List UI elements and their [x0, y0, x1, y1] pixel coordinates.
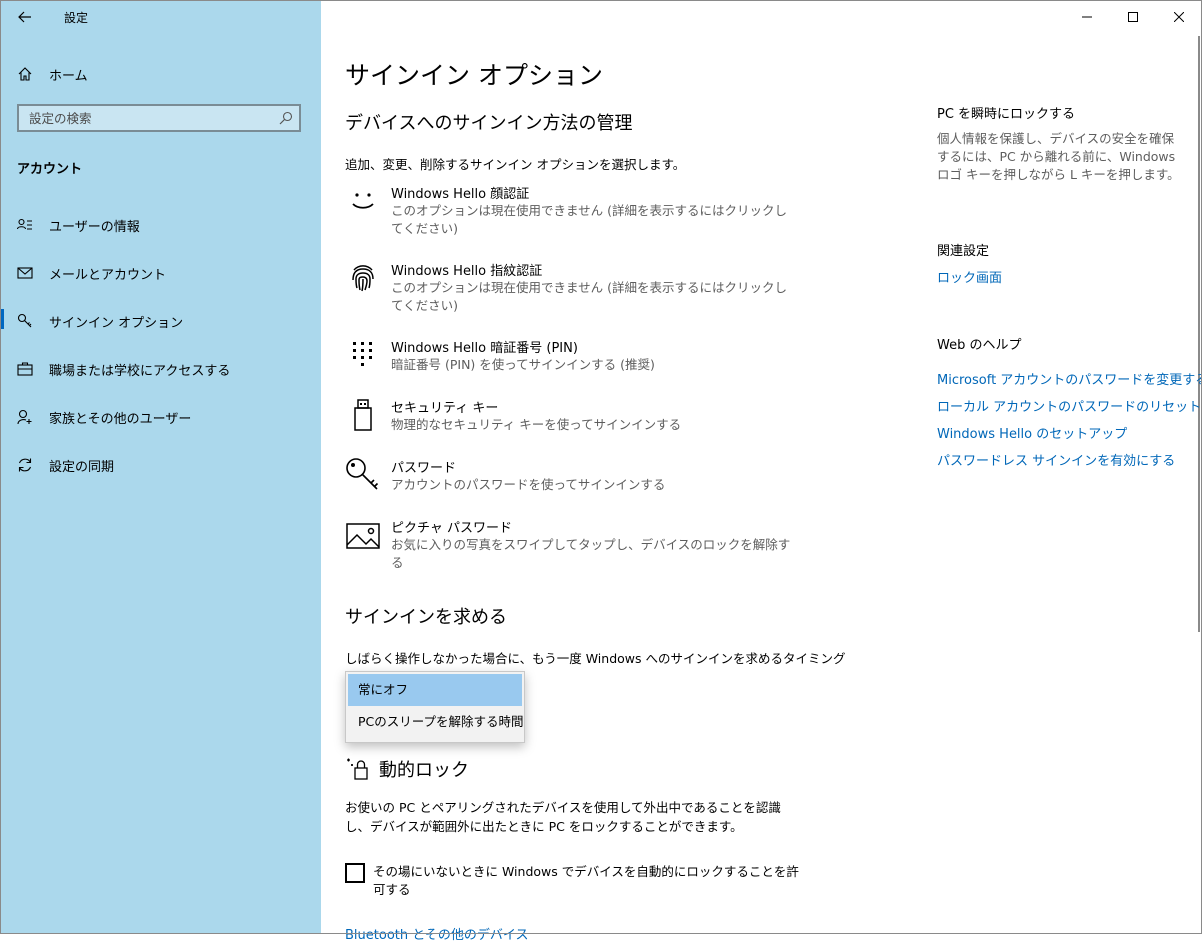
dynamic-lock-heading: 動的ロック [379, 760, 469, 781]
sidebar: 設定 ホーム アカウント ユーザーの情報 メールとアカウント サインイン オプシ… [0, 0, 321, 934]
search-input[interactable] [19, 106, 279, 130]
web-help-heading: Web のヘルプ [937, 338, 1022, 353]
password-key-icon [346, 458, 379, 490]
lock-screen-link[interactable]: ロック画面 [937, 267, 1002, 286]
home-nav-item[interactable]: ホーム [0, 56, 321, 92]
dynamic-lock-icon [347, 758, 368, 780]
minimize-icon [1082, 16, 1092, 18]
picture-icon [346, 523, 380, 549]
search-icon [279, 111, 293, 125]
option-description: 物理的なセキュリティ キーを使ってサインインする [391, 417, 682, 432]
help-link-change-ms-password[interactable]: Microsoft アカウントのパスワードを変更する [937, 369, 1202, 388]
sidebar-item-label: ユーザーの情報 [49, 220, 140, 235]
close-icon [1174, 12, 1184, 22]
dynamic-lock-checkbox-label: その場にいないときに Windows でデバイスを自動的にロックすることを許可す… [373, 864, 799, 897]
dynamic-lock-description: お使いの PC とペアリングされたデバイスを使用して外出中であることを認識し、デ… [345, 800, 781, 834]
scrollbar[interactable] [1198, 36, 1200, 632]
require-signin-description: しばらく操作しなかった場合に、もう一度 Windows へのサインインを求めるタ… [345, 651, 846, 666]
help-link-reset-local-password[interactable]: ローカル アカウントのパスワードのリセット [937, 396, 1201, 415]
option-title: セキュリティ キー [391, 401, 499, 416]
dynamic-lock-checkbox[interactable] [345, 863, 365, 883]
sidebar-item-sync[interactable]: 設定の同期 [0, 441, 321, 489]
option-title: Windows Hello 暗証番号 (PIN) [391, 341, 578, 356]
sidebar-nav: ユーザーの情報 メールとアカウント サインイン オプション 職場または学校にアク… [0, 201, 321, 489]
dropdown-option-wake-from-sleep[interactable]: PCのスリープを解除する時間 [348, 706, 524, 738]
sidebar-item-mail[interactable]: メールとアカウント [0, 249, 321, 297]
option-description: 暗証番号 (PIN) を使ってサインインする (推奨) [391, 357, 655, 372]
option-title: ピクチャ パスワード [391, 521, 513, 536]
require-signin-heading: サインインを求める [345, 607, 507, 628]
sidebar-item-user-info[interactable]: ユーザーの情報 [0, 201, 321, 249]
lock-pc-heading: PC を瞬時にロックする [937, 107, 1076, 122]
sidebar-item-signin-options[interactable]: サインイン オプション [0, 297, 321, 345]
minimize-button[interactable] [1064, 0, 1110, 34]
option-description: このオプションは現在使用できません (詳細を表示するにはクリックしてください) [391, 280, 787, 313]
user-info-icon [17, 218, 32, 230]
title-bar: 設定 [0, 0, 321, 34]
sidebar-item-label: サインイン オプション [49, 316, 184, 331]
sidebar-item-label: メールとアカウント [49, 268, 167, 283]
maximize-icon [1128, 12, 1138, 22]
option-description: アカウントのパスワードを使ってサインインする [391, 477, 666, 492]
sync-icon [18, 458, 32, 472]
main-content: サインイン オプション デバイスへのサインイン方法の管理 追加、変更、削除するサ… [321, 0, 1202, 943]
page-title: サインイン オプション [345, 61, 603, 90]
briefcase-icon [17, 362, 33, 376]
back-button[interactable] [10, 4, 40, 30]
back-arrow-icon [18, 11, 31, 23]
section-label: アカウント [17, 162, 83, 177]
window-controls [1064, 0, 1202, 34]
maximize-button[interactable] [1110, 0, 1156, 34]
sidebar-item-work-school[interactable]: 職場または学校にアクセスする [0, 345, 321, 393]
option-title: Windows Hello 指紋認証 [391, 264, 543, 279]
require-signin-dropdown[interactable]: 常にオフ PCのスリープを解除する時間 [345, 671, 525, 743]
option-description: このオプションは現在使用できません (詳細を表示するにはクリックしてください) [391, 203, 787, 236]
pin-keypad-icon [353, 342, 372, 366]
option-title: パスワード [391, 461, 457, 476]
mail-icon [17, 267, 33, 279]
manage-heading: デバイスへのサインイン方法の管理 [345, 113, 633, 134]
option-description: お気に入りの写真をスワイプしてタップし、デバイスのロックを解除する [391, 537, 791, 570]
manage-description: 追加、変更、削除するサインイン オプションを選択します。 [345, 157, 686, 172]
app-title: 設定 [64, 11, 89, 25]
sidebar-item-family[interactable]: 家族とその他のユーザー [0, 393, 321, 441]
face-icon [352, 193, 374, 209]
fingerprint-icon [352, 265, 374, 292]
dropdown-option-always-off[interactable]: 常にオフ [348, 674, 522, 706]
related-settings-heading: 関連設定 [937, 244, 990, 259]
close-button[interactable] [1156, 0, 1202, 34]
search-box[interactable] [17, 104, 301, 132]
help-link-passwordless-signin[interactable]: パスワードレス サインインを有効にする [937, 450, 1175, 469]
key-icon [17, 313, 32, 328]
add-user-icon [17, 409, 32, 425]
home-icon [18, 67, 32, 81]
option-title: Windows Hello 顔認証 [391, 187, 530, 202]
lock-pc-description: 個人情報を保護し、デバイスの安全を確保するには、PC から離れる前に、Windo… [937, 131, 1180, 182]
sidebar-item-label: 家族とその他のユーザー [49, 412, 192, 427]
sidebar-item-label: 職場または学校にアクセスする [49, 364, 231, 379]
help-link-windows-hello-setup[interactable]: Windows Hello のセットアップ [937, 423, 1127, 442]
sidebar-item-label: 設定の同期 [49, 460, 115, 475]
usb-key-icon [354, 399, 372, 431]
home-label: ホーム [49, 69, 88, 84]
